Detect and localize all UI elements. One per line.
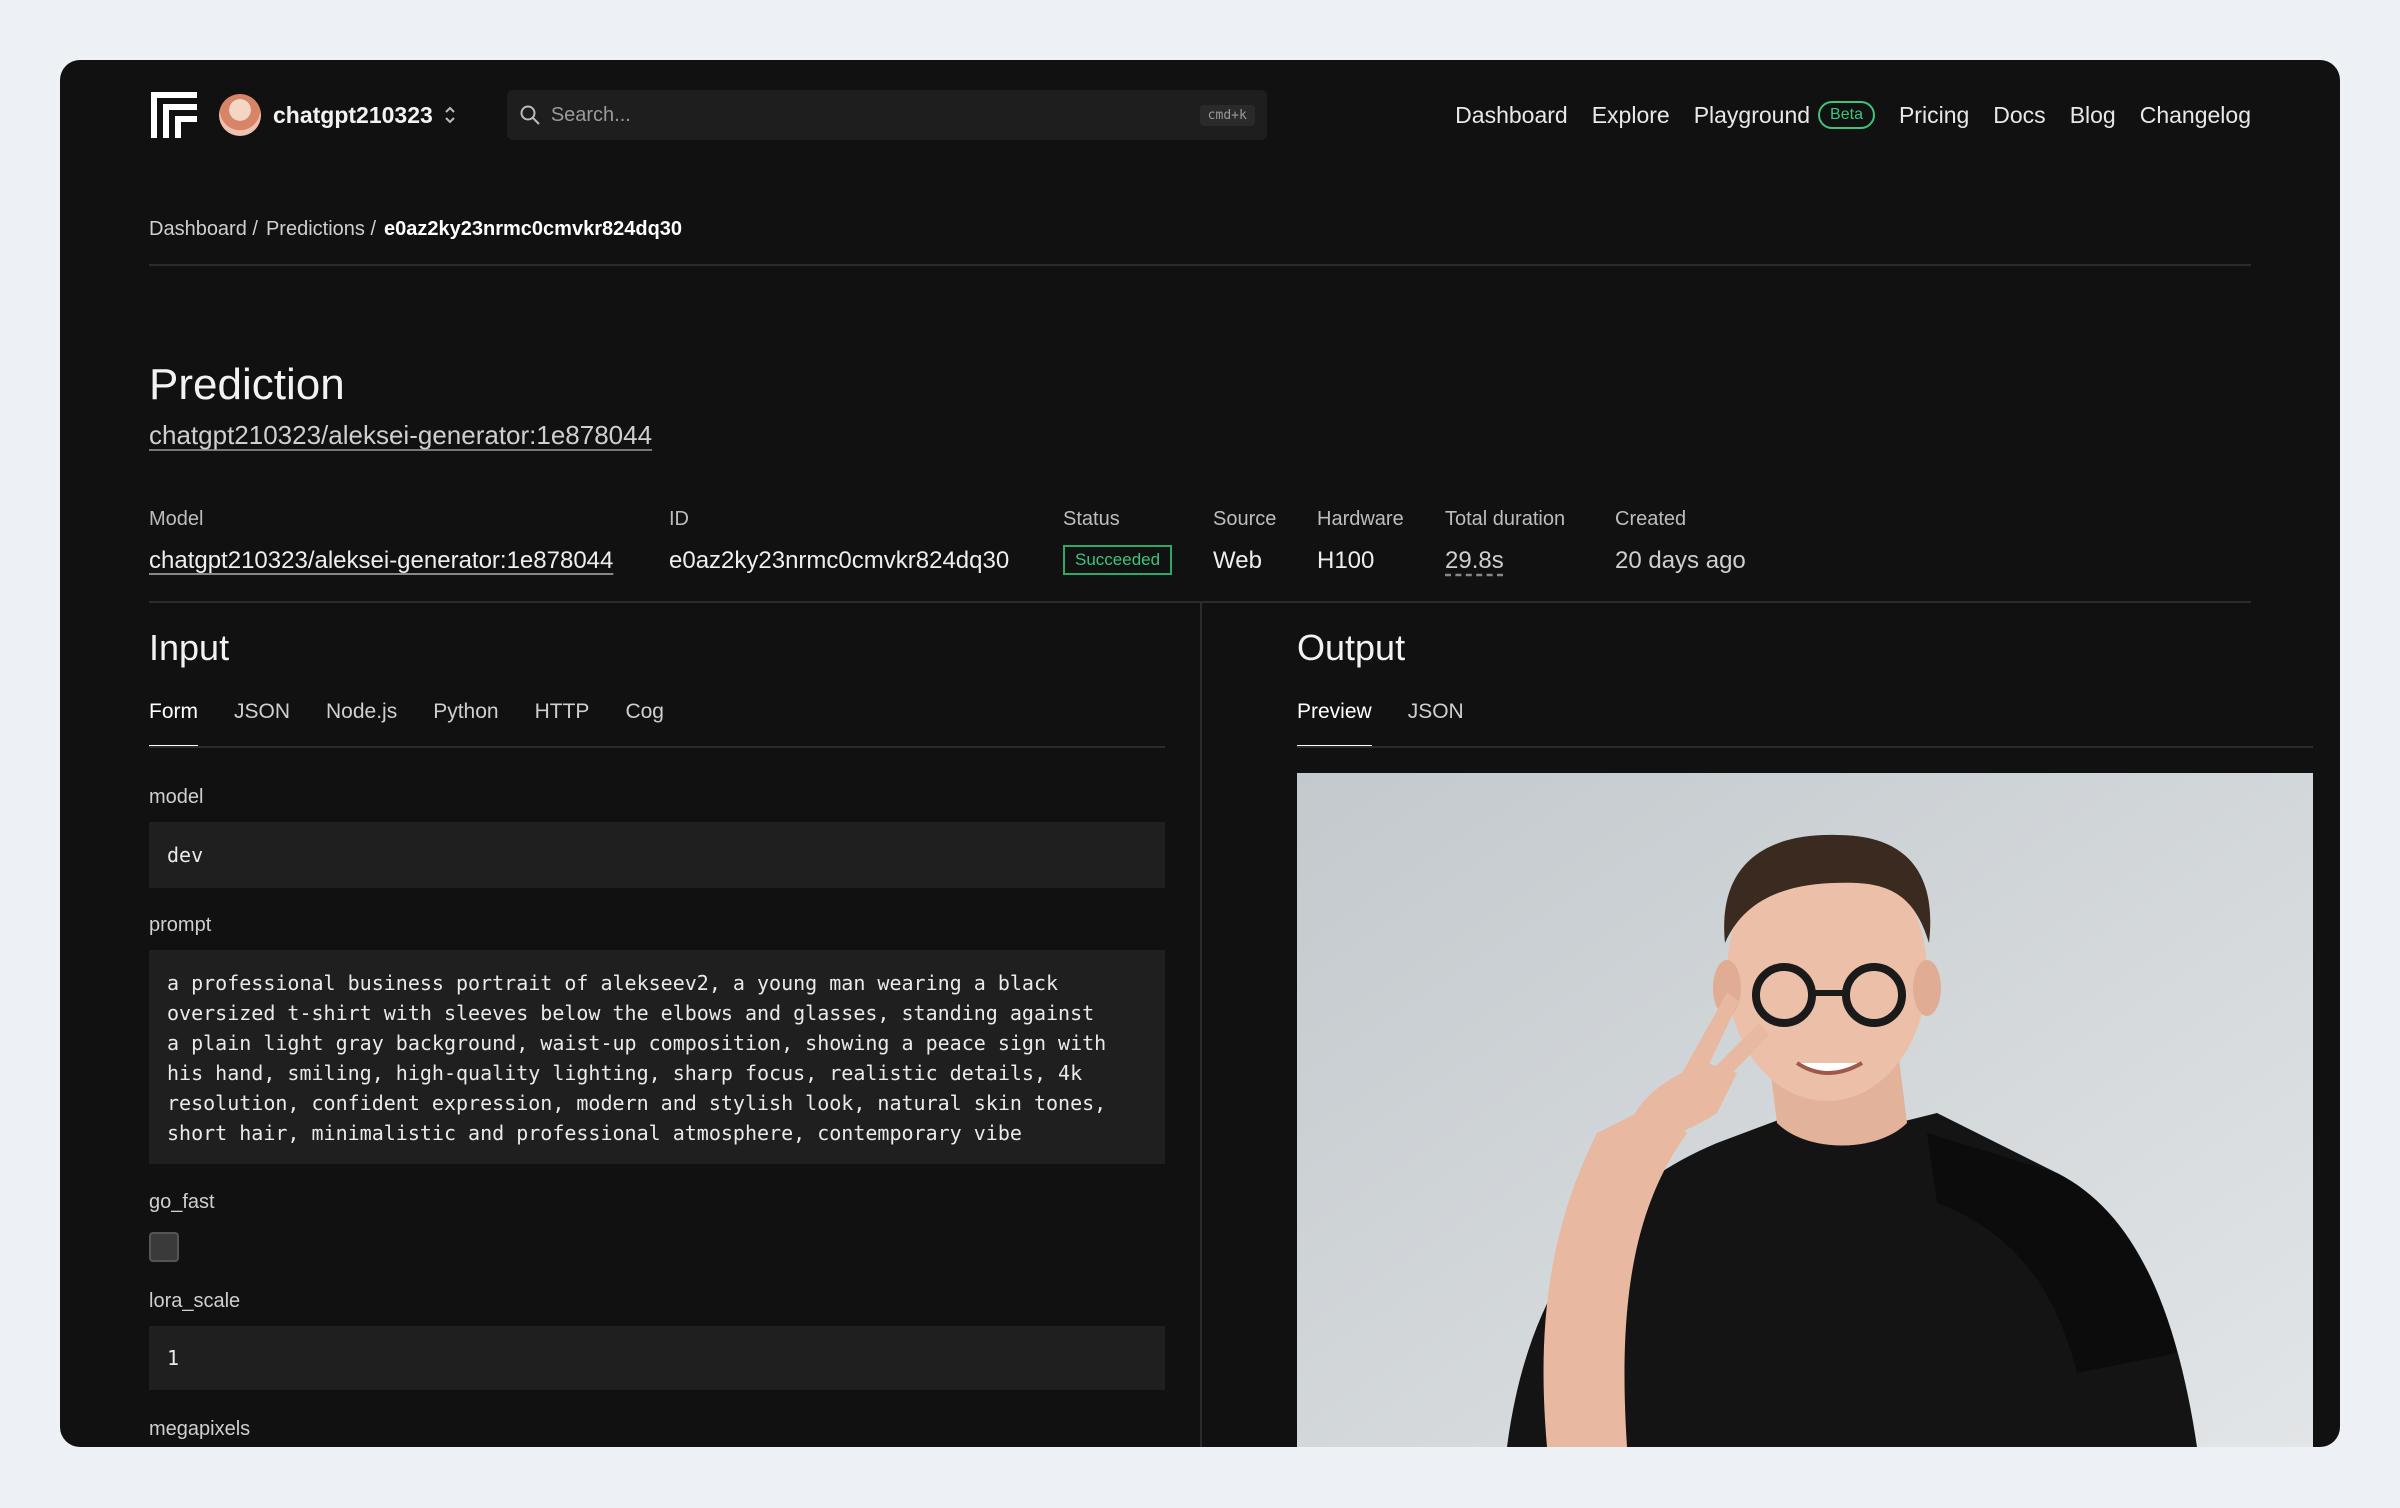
- chevron-updown-icon[interactable]: [443, 103, 457, 127]
- meta-source-value: Web: [1213, 547, 1262, 574]
- portrait-illustration: [1297, 773, 2313, 1447]
- content: chatgpt210323 cmd+k Dashboard Explore Pl…: [149, 60, 2313, 1447]
- main-nav: Dashboard Explore Playground Beta Pricin…: [1455, 101, 2251, 129]
- meta-id: ID e0az2ky23nrmc0cmvkr824dq30: [669, 508, 1009, 575]
- input-tabs: Form JSON Node.js Python HTTP Cog: [149, 700, 664, 748]
- meta-created: Created 20 days ago: [1615, 508, 1746, 575]
- meta-label: Status: [1063, 508, 1120, 530]
- megapixels-label: megapixels: [149, 1418, 251, 1440]
- nav-docs[interactable]: Docs: [1993, 102, 2045, 129]
- nav-playground[interactable]: Playground Beta: [1694, 101, 1875, 129]
- prompt-label: prompt: [149, 914, 212, 936]
- nav-explore[interactable]: Explore: [1592, 102, 1670, 129]
- meta-model-link[interactable]: chatgpt210323/aleksei-generator:1e878044: [149, 547, 613, 575]
- breadcrumb-current: e0az2ky23nrmc0cmvkr824dq30: [384, 218, 683, 240]
- account-name[interactable]: chatgpt210323: [273, 102, 433, 129]
- app-window: chatgpt210323 cmd+k Dashboard Explore Pl…: [60, 60, 2340, 1447]
- tab-json[interactable]: JSON: [234, 700, 290, 748]
- meta-label: Model: [149, 508, 204, 530]
- tab-underline: [149, 746, 1165, 748]
- tab-output-json[interactable]: JSON: [1408, 700, 1464, 748]
- meta-label: Hardware: [1317, 508, 1404, 530]
- tab-preview[interactable]: Preview: [1297, 700, 1372, 748]
- panel-divider: [1200, 603, 1202, 1447]
- meta-model: Model chatgpt210323/aleksei-generator:1e…: [149, 508, 613, 575]
- status-badge: Succeeded: [1063, 545, 1173, 575]
- nav-changelog[interactable]: Changelog: [2140, 102, 2251, 129]
- search-input[interactable]: [550, 103, 1200, 127]
- tab-http[interactable]: HTTP: [535, 700, 590, 748]
- search-icon: [520, 105, 540, 125]
- tab-form[interactable]: Form: [149, 700, 198, 748]
- top-nav: chatgpt210323 cmd+k Dashboard Explore Pl…: [149, 85, 2251, 145]
- shortcut-hint: cmd+k: [1199, 104, 1255, 126]
- output-title: Output: [1297, 627, 1406, 668]
- tab-cog[interactable]: Cog: [625, 700, 664, 748]
- divider: [149, 264, 2251, 266]
- meta-label: Created: [1615, 508, 1687, 530]
- meta-hardware: Hardware H100: [1317, 508, 1404, 575]
- lora-scale-label: lora_scale: [149, 1290, 241, 1312]
- breadcrumb-predictions[interactable]: Predictions /: [266, 218, 376, 241]
- tab-underline: [1297, 746, 2313, 748]
- meta-duration-value[interactable]: 29.8s: [1445, 547, 1565, 575]
- meta-label: ID: [669, 508, 689, 530]
- meta-id-value: e0az2ky23nrmc0cmvkr824dq30: [669, 547, 1010, 574]
- prompt-field[interactable]: a professional business portrait of alek…: [149, 950, 1165, 1164]
- go-fast-label: go_fast: [149, 1191, 215, 1213]
- nav-dashboard[interactable]: Dashboard: [1455, 102, 1568, 129]
- page-title: Prediction: [149, 360, 345, 409]
- input-title: Input: [149, 627, 230, 668]
- tab-nodejs[interactable]: Node.js: [326, 700, 397, 748]
- nav-pricing[interactable]: Pricing: [1899, 102, 1969, 129]
- go-fast-checkbox[interactable]: [149, 1232, 179, 1262]
- meta-hardware-value: H100: [1317, 547, 1375, 574]
- beta-badge: Beta: [1818, 101, 1875, 129]
- breadcrumb-dashboard[interactable]: Dashboard /: [149, 218, 258, 241]
- nav-blog[interactable]: Blog: [2070, 102, 2116, 129]
- model-version-link[interactable]: chatgpt210323/aleksei-generator:1e878044: [149, 420, 652, 451]
- search-bar[interactable]: cmd+k: [506, 90, 1267, 140]
- meta-duration: Total duration 29.8s: [1445, 508, 1565, 575]
- meta-source: Source Web: [1213, 508, 1276, 575]
- meta-created-value: 20 days ago: [1615, 547, 1746, 574]
- model-label: model: [149, 786, 204, 808]
- output-tabs: Preview JSON: [1297, 700, 1464, 748]
- lora-scale-field[interactable]: 1: [149, 1326, 1165, 1390]
- meta-status: Status Succeeded: [1063, 508, 1173, 575]
- replicate-logo-icon[interactable]: [149, 90, 199, 140]
- tab-python[interactable]: Python: [433, 700, 498, 748]
- output-image[interactable]: [1297, 773, 2313, 1447]
- model-field[interactable]: dev: [149, 822, 1165, 888]
- breadcrumb: Dashboard / Predictions / e0az2ky23nrmc0…: [149, 218, 682, 241]
- meta-label: Source: [1213, 508, 1277, 530]
- avatar[interactable]: [219, 94, 261, 136]
- nav-playground-label: Playground: [1693, 101, 1811, 128]
- meta-label: Total duration: [1445, 508, 1566, 530]
